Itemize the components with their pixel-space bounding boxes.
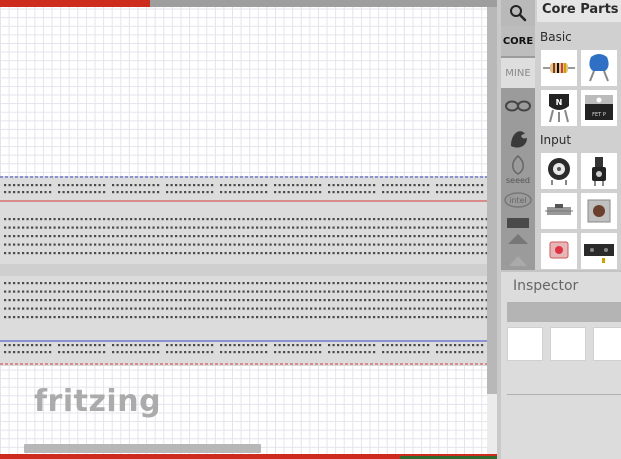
part-resistor[interactable] (541, 50, 577, 86)
bin-icons[interactable]: seeed intel (501, 90, 535, 270)
pushbutton-icon (587, 199, 611, 223)
arduino-icon (505, 100, 531, 112)
breadboard-canvas[interactable]: fritzing (0, 0, 497, 459)
part-ultrasonic-sensor[interactable] (581, 233, 617, 269)
top-progress-bar (0, 0, 150, 7)
bin-title: Core Parts (537, 0, 621, 22)
inspector-panel: Inspector (501, 270, 621, 459)
transistor-icon: N (549, 94, 569, 123)
slide-pot-icon (592, 157, 606, 186)
part-ceramic-capacitor[interactable] (581, 50, 617, 86)
inspector-title: Inspector (513, 278, 579, 294)
sparkfun-icon (511, 131, 527, 148)
top-bar (150, 0, 497, 7)
scroll-corner (487, 394, 497, 454)
section-input-label: Input (540, 133, 572, 147)
inspector-divider (507, 394, 621, 395)
part-dip-switch[interactable] (541, 193, 577, 229)
breadboard-strip (0, 264, 487, 276)
tab-mine[interactable]: MINE (501, 58, 535, 88)
vertical-scrollbar[interactable] (487, 7, 497, 394)
light-sensor-icon (549, 241, 569, 259)
flag-icon (507, 218, 529, 228)
fet-label: FET P (592, 112, 606, 118)
intel-icon: intel (504, 192, 532, 208)
fritzing-logo: fritzing (34, 384, 162, 419)
breadboard[interactable] (0, 176, 487, 366)
inspector-header-bar (507, 302, 621, 322)
section-basic-label: Basic (540, 30, 572, 44)
potentiometer-icon (548, 158, 570, 185)
tab-core[interactable]: CORE (501, 26, 535, 56)
fet-icon: FET P (585, 95, 613, 120)
intel-label: intel (509, 196, 527, 205)
part-pushbutton[interactable] (581, 193, 617, 229)
ultrasonic-icon (584, 244, 614, 263)
transistor-label: N (556, 98, 563, 107)
inspector-view-schematic[interactable] (550, 327, 586, 361)
inspector-view-pcb[interactable] (593, 327, 621, 361)
seeed-icon: seeed (506, 155, 530, 185)
search-button[interactable] (501, 0, 535, 26)
switch-icon (545, 204, 573, 215)
triangle-icon (508, 234, 528, 244)
horizontal-scrollbar[interactable] (24, 444, 261, 453)
part-light-sensor[interactable] (541, 233, 577, 269)
seeed-label: seeed (506, 176, 530, 185)
parts-bin: CORE MINE seeed intel Core Parts Basic N… (501, 0, 621, 270)
part-fet-transistor[interactable]: FET P (581, 90, 617, 126)
resistor-icon (543, 63, 575, 73)
tab-core-label: CORE (502, 35, 534, 47)
tab-mine-label: MINE (505, 67, 531, 79)
inspector-view-breadboard[interactable] (507, 327, 543, 361)
part-slide-potentiometer[interactable] (581, 153, 617, 189)
capacitor-icon (589, 54, 609, 82)
search-icon (510, 5, 527, 22)
partial-icon (509, 256, 527, 266)
bin-tabs-column: CORE MINE seeed intel (501, 0, 535, 270)
part-npn-transistor[interactable]: N (541, 90, 577, 126)
part-rotary-potentiometer[interactable] (541, 153, 577, 189)
